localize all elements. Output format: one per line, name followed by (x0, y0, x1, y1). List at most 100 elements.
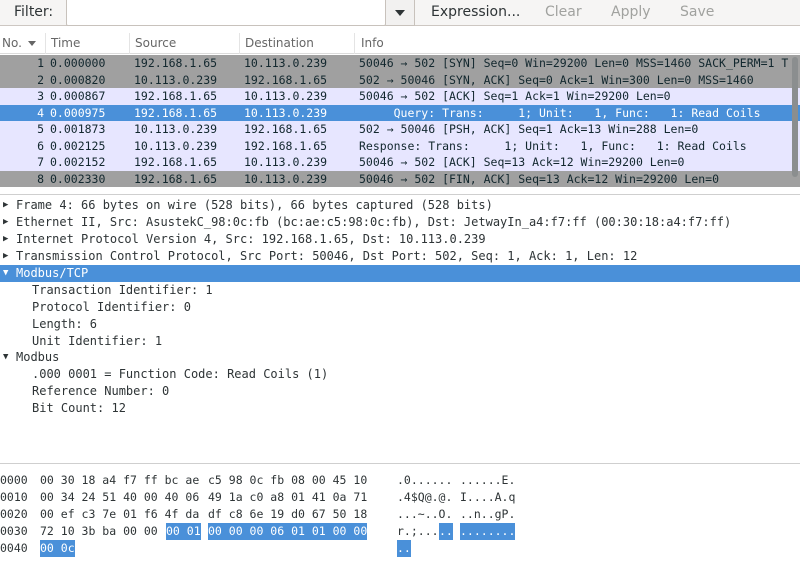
packet-destination: 10.113.0.239 (244, 56, 328, 70)
packet-row[interactable]: 8 0.002330 192.168.1.65 10.113.0.239 500… (0, 170, 800, 187)
hex-bytes-highlighted: 00 00 00 06 01 01 00 00 (208, 523, 368, 540)
packet-source: 192.168.1.65 (134, 105, 218, 120)
packet-details-tree: ▶ Frame 4: 66 bytes on wire (528 bits), … (0, 194, 800, 462)
chevron-down-icon (395, 10, 405, 16)
column-label: Source (135, 36, 177, 50)
apply-button[interactable]: Apply (611, 4, 651, 20)
packet-row[interactable]: 6 0.002125 10.113.0.239 192.168.1.65 Res… (0, 137, 800, 154)
hex-ascii: r.;... (397, 524, 439, 538)
packet-no: 5 (37, 122, 44, 136)
column-label: Info (361, 36, 384, 50)
packet-destination: 10.113.0.239 (244, 155, 328, 169)
column-header-time[interactable]: Time (46, 33, 130, 54)
save-button[interactable]: Save (680, 4, 714, 20)
hex-ascii-highlighted: .. (397, 540, 411, 557)
hex-row[interactable]: 0020 00 ef c3 7e 01 f6 4f da df c8 6e 19… (0, 506, 800, 523)
packet-no: 7 (37, 155, 44, 169)
hex-bytes: df c8 6e 19 d0 67 50 18 (208, 507, 368, 521)
clear-button[interactable]: Clear (545, 4, 582, 20)
packet-time: 0.002125 (50, 138, 106, 153)
packet-destination: 10.113.0.239 (244, 105, 328, 120)
packet-time: 0.001873 (50, 122, 106, 136)
hex-bytes: c5 98 0c fb 08 00 45 10 (208, 473, 368, 487)
packet-list-scrollbar[interactable] (790, 55, 800, 188)
packet-destination: 192.168.1.65 (244, 138, 328, 153)
packet-time: 0.002330 (50, 171, 106, 186)
tree-field[interactable]: Transaction Identifier: 1 (0, 282, 800, 299)
packet-destination: 192.168.1.65 (244, 122, 328, 136)
tree-field[interactable]: Reference Number: 0 (0, 383, 800, 400)
hex-bytes: 72 10 3b ba 00 00 (40, 524, 158, 538)
packet-row[interactable]: 3 0.000867 192.168.1.65 10.113.0.239 500… (0, 88, 800, 105)
packet-info: 502 → 50046 [PSH, ACK] Seq=1 Ack=13 Win=… (359, 122, 699, 136)
expand-arrow-icon[interactable]: ▶ (3, 214, 8, 231)
collapse-arrow-icon[interactable]: ▼ (3, 265, 8, 282)
field-label: .000 0001 = Function Code: Read Coils (1… (32, 367, 329, 381)
packet-time: 0.000975 (50, 105, 106, 120)
hex-ascii: .4$Q@.@. (397, 490, 453, 504)
packet-no: 2 (37, 72, 44, 87)
filter-label: Filter: (14, 4, 54, 20)
tree-field[interactable]: Length: 6 (0, 316, 800, 333)
column-label: Destination (245, 36, 314, 50)
scrollbar-thumb[interactable] (792, 57, 798, 177)
tree-field[interactable]: .000 0001 = Function Code: Read Coils (1… (0, 366, 800, 383)
tree-item-modbus[interactable]: ▼ Modbus (0, 349, 800, 366)
packet-no: 4 (37, 105, 44, 120)
packet-bytes-pane: 0000 00 30 18 a4 f7 ff bc ae c5 98 0c fb… (0, 463, 800, 573)
hex-row[interactable]: 0010 00 34 24 51 40 00 40 06 49 1a c0 a8… (0, 489, 800, 506)
hex-bytes: 00 30 18 a4 f7 ff bc ae (40, 473, 200, 487)
collapse-arrow-icon[interactable]: ▼ (3, 349, 8, 366)
hex-offset: 0020 (0, 507, 28, 521)
hex-row[interactable]: 0000 00 30 18 a4 f7 ff bc ae c5 98 0c fb… (0, 472, 800, 489)
tree-item-tcp[interactable]: ▶ Transmission Control Protocol, Src Por… (0, 248, 800, 265)
field-label: Protocol Identifier: 0 (32, 300, 191, 314)
tree-item-frame[interactable]: ▶ Frame 4: 66 bytes on wire (528 bits), … (0, 197, 800, 214)
packet-time: 0.000820 (50, 72, 106, 87)
packet-info: 50046 → 502 [SYN] Seq=0 Win=29200 Len=0 … (359, 56, 789, 70)
packet-row-selected[interactable]: 4 0.000975 192.168.1.65 10.113.0.239 Que… (0, 104, 800, 121)
expand-arrow-icon[interactable]: ▶ (3, 231, 8, 248)
packet-list: No. Time Source Destination Info 1 0.000… (0, 33, 800, 188)
hex-offset: 0040 (0, 541, 28, 555)
column-header-destination[interactable]: Destination (240, 33, 355, 54)
packet-row[interactable]: 2 0.000820 10.113.0.239 192.168.1.65 502… (0, 71, 800, 88)
packet-row[interactable]: 7 0.002152 192.168.1.65 10.113.0.239 500… (0, 154, 800, 171)
expand-arrow-icon[interactable]: ▶ (3, 248, 8, 265)
filter-history-dropdown[interactable] (386, 0, 415, 26)
tree-field[interactable]: Bit Count: 12 (0, 400, 800, 417)
hex-ascii: ......E. (460, 473, 516, 487)
packet-time: 0.000867 (50, 89, 106, 103)
packet-info: 50046 → 502 [ACK] Seq=13 Ack=12 Win=2920… (359, 155, 685, 169)
column-label: No. (2, 36, 22, 50)
filter-input[interactable] (66, 0, 386, 26)
expression-button[interactable]: Expression... (431, 4, 520, 20)
packet-destination: 192.168.1.65 (244, 72, 328, 87)
sort-descending-icon (27, 41, 36, 46)
tree-item-label: Transmission Control Protocol, Src Port:… (16, 249, 638, 263)
hex-row[interactable]: 0030 72 10 3b ba 00 00 00 01 00 00 00 06… (0, 523, 800, 540)
packet-time: 0.000000 (50, 56, 106, 70)
packet-no: 1 (37, 56, 44, 70)
expand-arrow-icon[interactable]: ▶ (3, 197, 8, 214)
tree-item-label: Modbus/TCP (16, 266, 89, 280)
packet-row[interactable]: 1 0.000000 192.168.1.65 10.113.0.239 500… (0, 55, 800, 72)
packet-info: 50046 → 502 [FIN, ACK] Seq=13 Ack=12 Win… (359, 171, 720, 186)
column-header-no[interactable]: No. (0, 33, 46, 54)
hex-row[interactable]: 0040 00 0c .. (0, 540, 800, 557)
column-header-source[interactable]: Source (130, 33, 240, 54)
packet-source: 192.168.1.65 (134, 155, 218, 169)
packet-row[interactable]: 5 0.001873 10.113.0.239 192.168.1.65 502… (0, 121, 800, 138)
packet-source: 192.168.1.65 (134, 171, 218, 186)
packet-destination: 10.113.0.239 (244, 89, 328, 103)
tree-item-ip[interactable]: ▶ Internet Protocol Version 4, Src: 192.… (0, 231, 800, 248)
tree-item-ethernet[interactable]: ▶ Ethernet II, Src: AsustekC_98:0c:fb (b… (0, 214, 800, 231)
tree-field[interactable]: Protocol Identifier: 0 (0, 299, 800, 316)
column-header-info[interactable]: Info (355, 33, 800, 54)
tree-field[interactable]: Unit Identifier: 1 (0, 333, 800, 350)
packet-list-header: No. Time Source Destination Info (0, 33, 800, 54)
tree-item-modbus-tcp[interactable]: ▼ Modbus/TCP (0, 265, 800, 282)
hex-ascii: ..n..gP. (460, 507, 516, 521)
tree-item-label: Ethernet II, Src: AsustekC_98:0c:fb (bc:… (16, 215, 732, 229)
hex-ascii-highlighted: .. (439, 523, 453, 540)
